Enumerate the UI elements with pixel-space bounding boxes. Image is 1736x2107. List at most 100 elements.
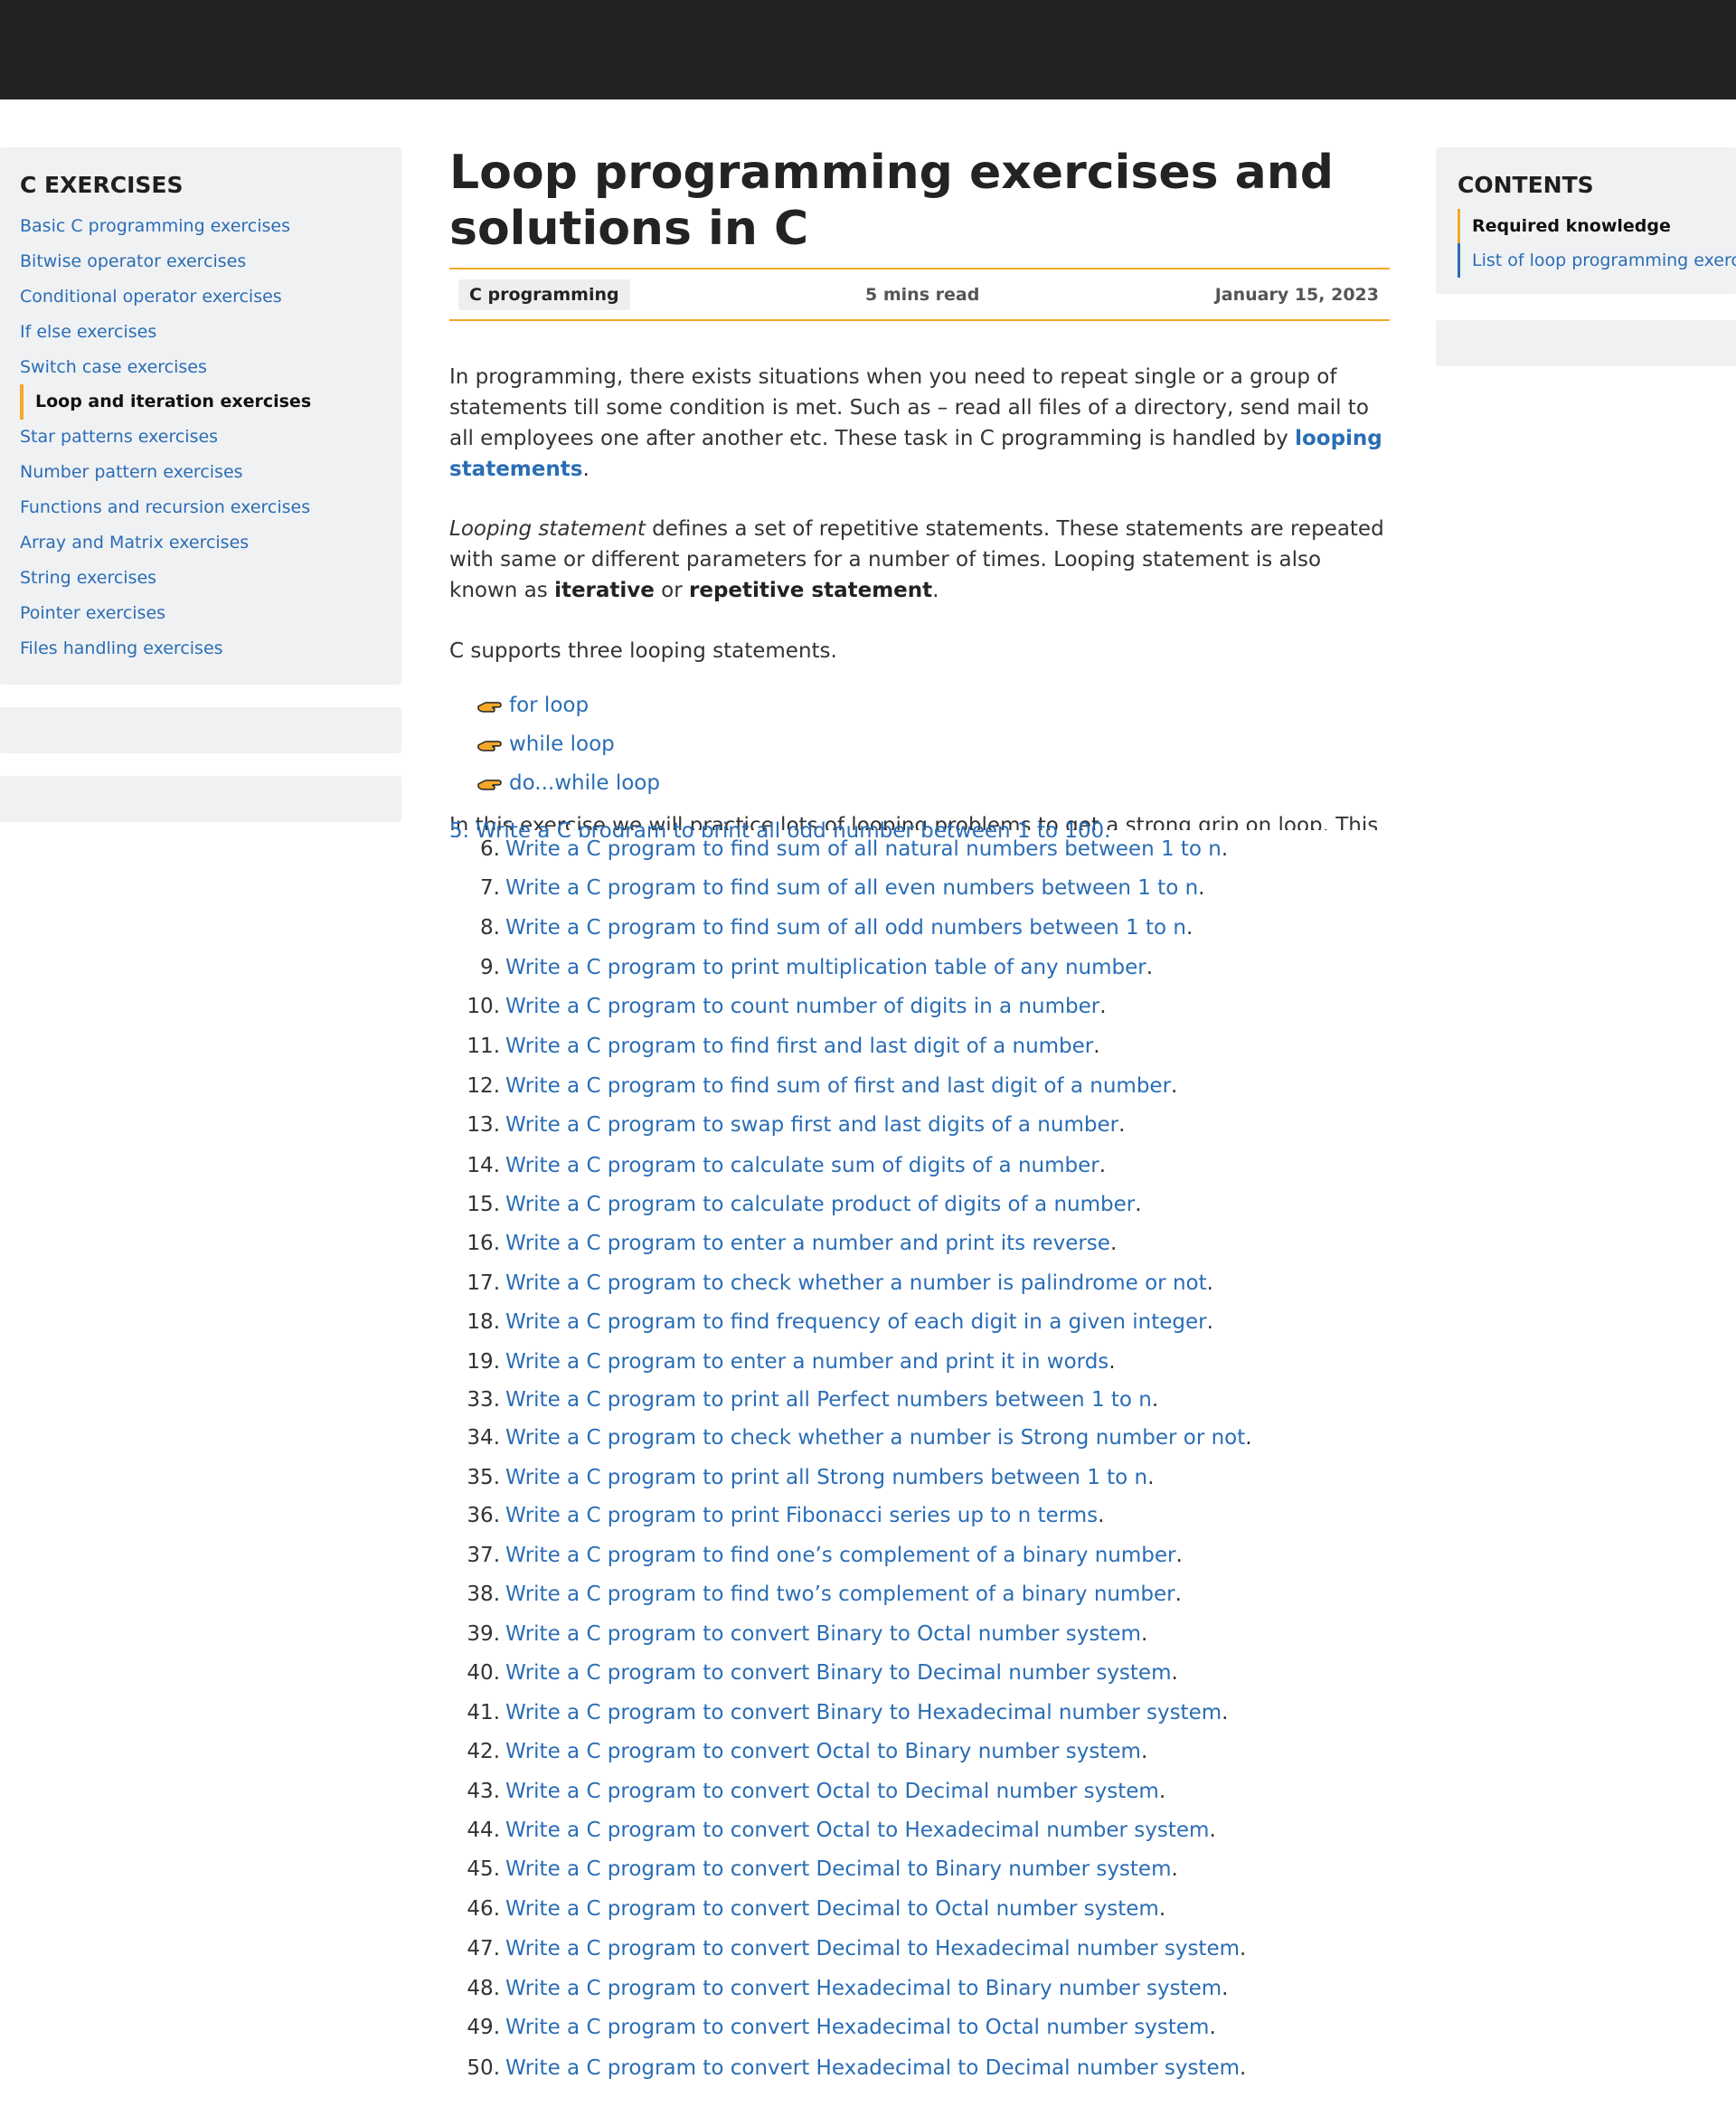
sidebar-item-number-pattern[interactable]: Number pattern exercises (20, 455, 382, 490)
exercise-link[interactable]: Write a C program to check whether a num… (505, 1264, 1207, 1304)
exercise-link[interactable]: Write a C program to convert Binary to O… (505, 1614, 1141, 1654)
exercise-link[interactable]: Write a C program to convert Hexadecimal… (505, 1969, 1222, 2008)
sidebar-item-bitwise[interactable]: Bitwise operator exercises (20, 244, 382, 279)
sidebar-item-string[interactable]: String exercises (20, 561, 382, 596)
exercise-link[interactable]: Write a C program to calculate product o… (505, 1186, 1135, 1224)
exercise-period: . (1175, 1543, 1183, 1567)
exercise-link[interactable]: Write a C program to convert Binary to H… (505, 1694, 1222, 1733)
exercise-link[interactable]: Write a C program to print all Perfect n… (505, 1382, 1152, 1419)
loop-type-item[interactable]: for loop (476, 686, 1390, 725)
exercise-link[interactable]: Write a C program to convert Hexadecimal… (505, 2008, 1209, 2048)
exercise-item: 50. Write a C program to convert Hexadeci… (449, 2048, 1390, 2088)
exercise-item: 18. Write a C program to find frequency o… (449, 1303, 1390, 1343)
exercise-link[interactable]: Write a C program to find sum of all eve… (505, 869, 1198, 909)
exercise-number: 41. (467, 1700, 500, 1724)
read-time: 5 mins read (865, 284, 980, 305)
exercise-link[interactable]: Write a C program to find sum of all nat… (505, 830, 1222, 869)
loop-types-list: for loop while loop do...while loop (476, 686, 1390, 803)
exercise-link[interactable]: Write a C program to print multiplicatio… (505, 949, 1146, 988)
exercise-period: . (1151, 1388, 1159, 1413)
exercise-link[interactable]: Write a C program to convert Octal to Bi… (505, 1732, 1141, 1772)
exercise-period: . (1118, 1113, 1126, 1138)
exercise-number: 45. (467, 1857, 500, 1882)
category-tag[interactable]: C programming (458, 279, 630, 310)
toc-placeholder-box (1436, 320, 1736, 366)
sidebar-item-if-else[interactable]: If else exercises (20, 315, 382, 350)
exercise-period: . (1099, 1153, 1107, 1177)
exercise-link[interactable]: Write a C program to enter a number and … (505, 1224, 1110, 1264)
exercise-item: 17. Write a C program to check whether a … (449, 1264, 1390, 1304)
exercise-number: 7. (480, 876, 500, 901)
article: Loop programming exercises and solutions… (449, 145, 1390, 803)
sidebar-item-pointer[interactable]: Pointer exercises (20, 596, 382, 631)
loop-type-item[interactable]: while loop (476, 725, 1390, 764)
exercise-link[interactable]: Write a C program to find first and last… (505, 1027, 1093, 1067)
exercise-link[interactable]: Write a C program to check whether a num… (505, 1419, 1245, 1458)
exercise-link[interactable]: Write a C program to print all Strong nu… (505, 1459, 1147, 1498)
exercise-period: . (1240, 2055, 1247, 2080)
exercise-period: . (1109, 1231, 1118, 1255)
sidebar-item-switch-case[interactable]: Switch case exercises (20, 350, 382, 385)
exercise-item: 13. Write a C program to swap first and l… (449, 1106, 1390, 1146)
exercise-link[interactable]: Write a C program to find two’s compleme… (505, 1575, 1175, 1615)
exercise-number: 33. (467, 1388, 500, 1413)
exercise-number: 37. (467, 1543, 500, 1567)
exercise-link[interactable]: Write a C program to convert Decimal to … (505, 1850, 1171, 1890)
exercise-link[interactable]: Write a C program to convert Octal to De… (505, 1772, 1159, 1811)
exercise-period: . (1147, 1465, 1155, 1489)
toc-item-exercise-list[interactable]: List of loop programming exercis (1458, 243, 1736, 278)
sidebar-item-loop-active[interactable]: Loop and iteration exercises (20, 384, 382, 420)
exercise-item: 16. Write a C program to enter a number a… (449, 1224, 1390, 1264)
sidebar-title: C EXERCISES (20, 172, 184, 198)
exercise-link[interactable]: Write a C program to find sum of all odd… (505, 909, 1186, 949)
exercise-number: 36. (467, 1504, 500, 1528)
sidebar-item-functions[interactable]: Functions and recursion exercises (20, 490, 382, 525)
exercise-link[interactable]: Write a C program to find one’s compleme… (505, 1535, 1176, 1575)
exercise-period: . (1198, 876, 1205, 901)
exercise-link[interactable]: Write a C program to convert Octal to He… (505, 1811, 1209, 1850)
exercise-link[interactable]: Write a C program to convert Decimal to … (505, 1929, 1240, 1969)
exercise-number: 16. (467, 1231, 500, 1255)
exercise-period: . (1221, 837, 1229, 861)
page-title-line1: Loop programming exercises and (449, 146, 1334, 200)
exercise-number: 13. (467, 1113, 500, 1138)
exercise-link[interactable]: Write a C program to calculate sum of di… (505, 1146, 1099, 1186)
exercise-link[interactable]: Write a C program to print Fibonacci ser… (505, 1497, 1098, 1535)
sidebar-item-basic[interactable]: Basic C programming exercises (20, 209, 382, 244)
exercise-link[interactable]: Write a C program to swap first and last… (505, 1106, 1118, 1146)
exercise-item: 47. Write a C program to convert Decimal … (449, 1929, 1390, 1969)
exercise-number: 42. (467, 1740, 500, 1764)
article-meta-bar: C programming 5 mins read January 15, 20… (449, 268, 1390, 321)
sidebar-item-conditional[interactable]: Conditional operator exercises (20, 279, 382, 315)
exercise-period: . (1098, 1504, 1105, 1528)
exercise-link[interactable]: Write a C program to find frequency of e… (505, 1303, 1207, 1343)
exercise-period: . (1093, 1034, 1100, 1058)
exercise-item: 12. Write a C program to find sum of firs… (449, 1067, 1390, 1106)
exercise-link[interactable]: Write a C program to find sum of first a… (505, 1067, 1171, 1106)
exercise-number: 34. (467, 1426, 500, 1450)
exercise-item: 35. Write a C program to print all Strong… (449, 1459, 1390, 1498)
exercise-link[interactable]: Write a C program to count number of dig… (505, 987, 1099, 1026)
loop-type-item[interactable]: do...while loop (476, 764, 1390, 803)
sidebar-item-array-matrix[interactable]: Array and Matrix exercises (20, 525, 382, 561)
exercise-number: 49. (467, 2015, 500, 2039)
sidebar-item-files[interactable]: Files handling exercises (20, 631, 382, 666)
exercise-link[interactable]: Write a C program to enter a number and … (505, 1343, 1109, 1382)
exercise-link[interactable]: Write a C program to convert Hexadecimal… (505, 2048, 1240, 2088)
exercise-link[interactable]: Write a C program to convert Decimal to … (505, 1890, 1159, 1929)
intro-text: In programming, there exists situations … (449, 365, 1369, 450)
exercise-period: . (1158, 1780, 1166, 1804)
exercise-number: 10. (467, 995, 500, 1019)
exercise-link[interactable]: Write a C program to convert Binary to D… (505, 1654, 1171, 1694)
exercise-number: 47. (467, 1936, 500, 1961)
loop-type-label: do...while loop (509, 771, 660, 795)
exercise-item: 37. Write a C program to find one’s compl… (449, 1535, 1390, 1575)
exercise-number: 18. (467, 1310, 500, 1335)
page-title: Loop programming exercises and solutions… (449, 145, 1390, 257)
exercise-number: 17. (467, 1271, 500, 1295)
exercise-period: . (1158, 1897, 1166, 1922)
sidebar-item-star-patterns[interactable]: Star patterns exercises (20, 420, 382, 455)
toc-item-required-knowledge[interactable]: Required knowledge (1458, 209, 1736, 243)
exercise-period: . (1222, 1976, 1229, 2000)
exercise-number: 15. (467, 1192, 500, 1216)
